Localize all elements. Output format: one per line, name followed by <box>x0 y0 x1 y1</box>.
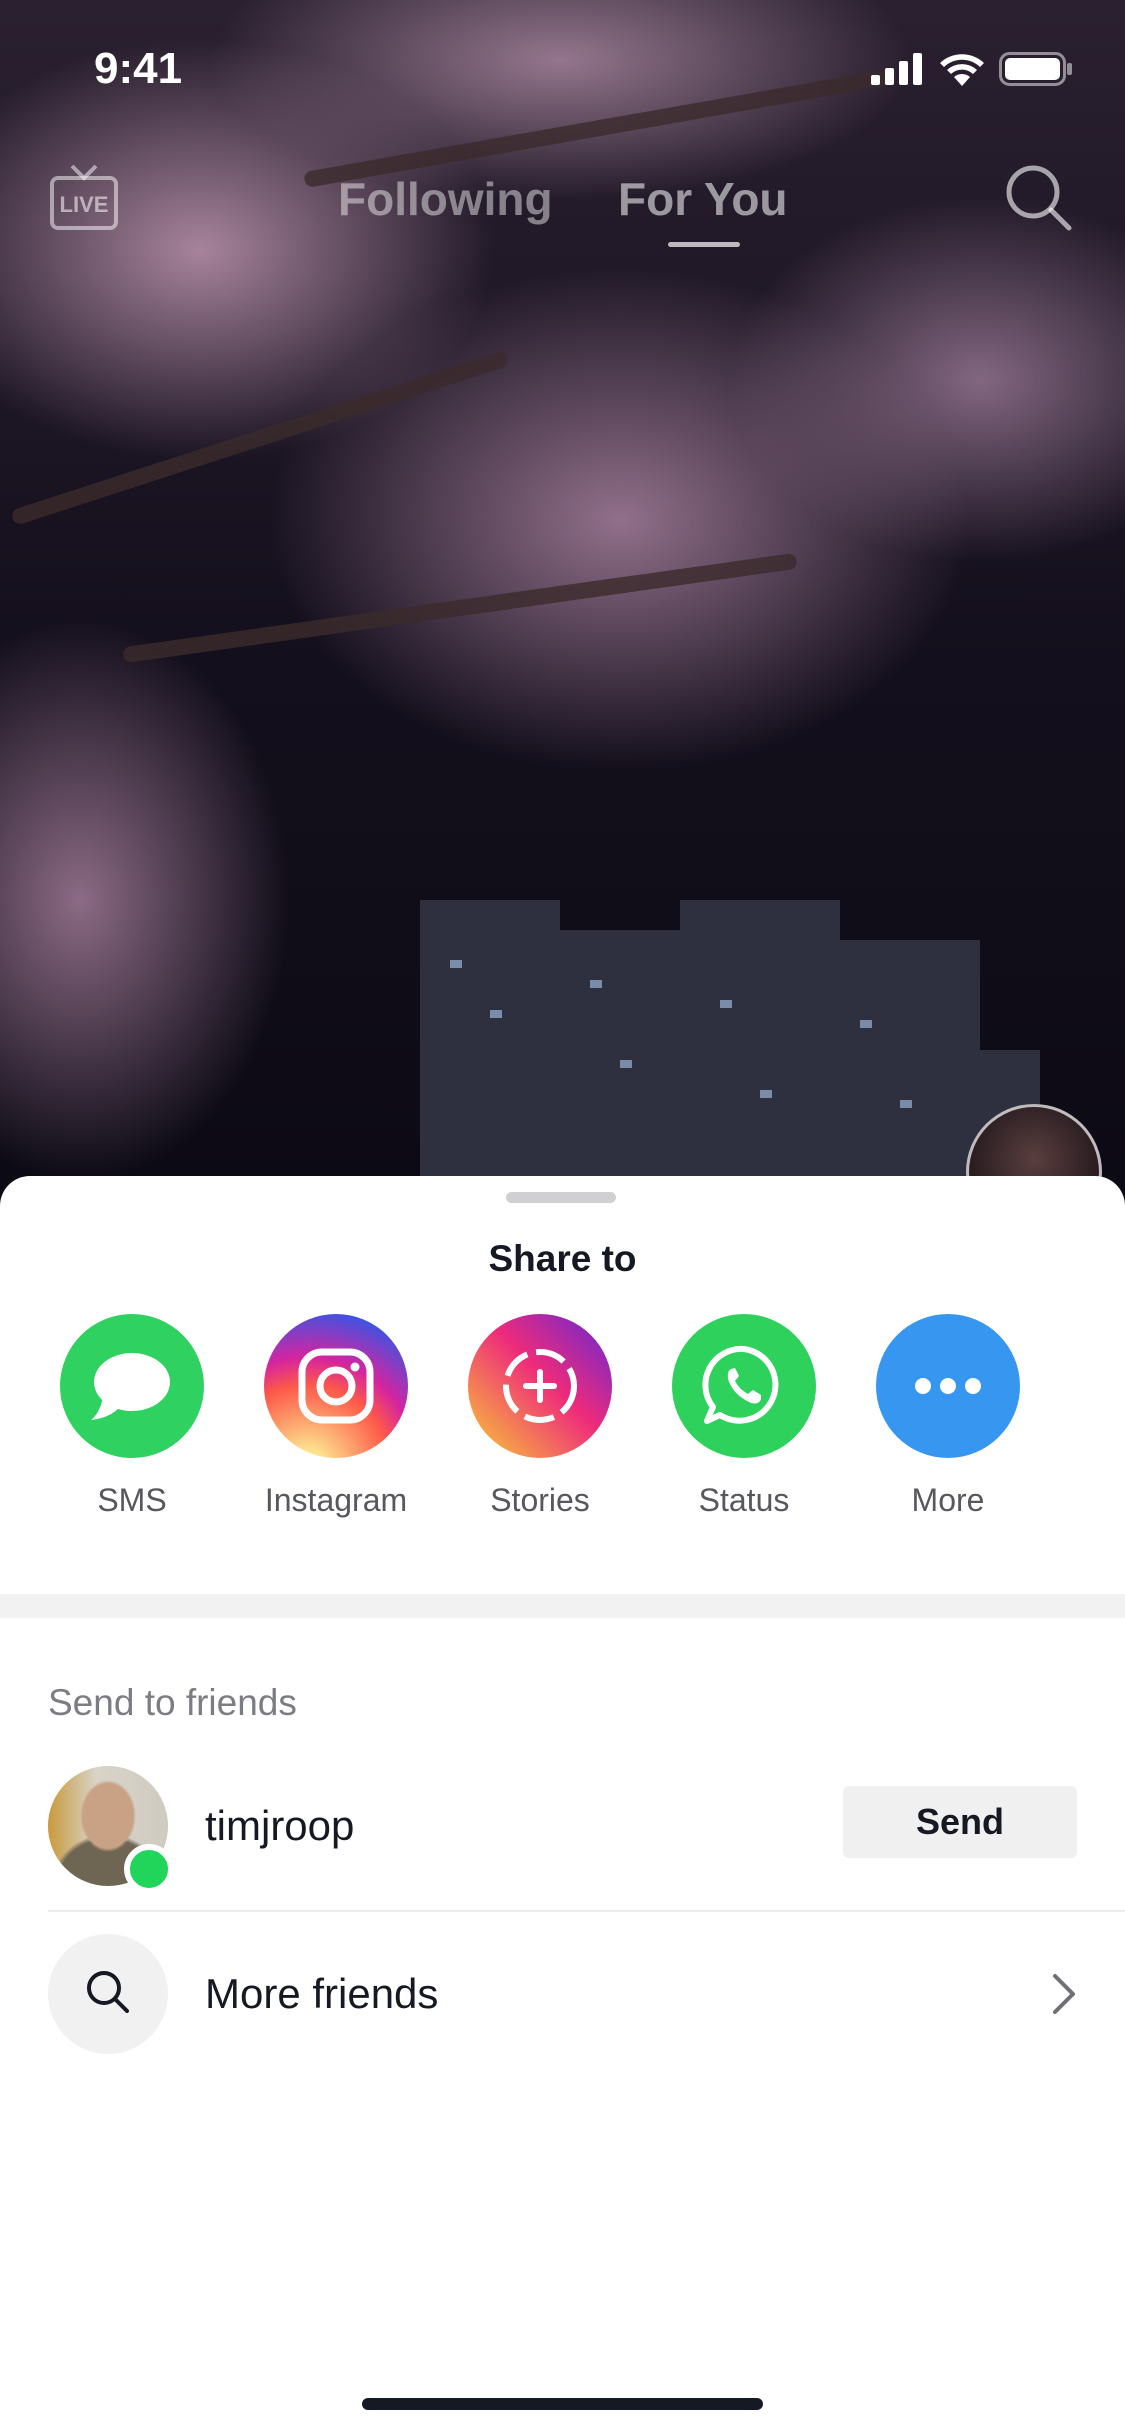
tab-following[interactable]: Following <box>338 172 553 226</box>
row-divider <box>48 1910 1125 1912</box>
branch <box>10 350 510 526</box>
building <box>840 940 980 1180</box>
message-bubble-icon <box>60 1314 204 1458</box>
section-divider <box>0 1594 1125 1618</box>
window-light <box>900 1100 912 1108</box>
more-dots-icon <box>876 1314 1020 1458</box>
status-time: 9:41 <box>94 44 183 93</box>
more-friends-label: More friends <box>205 1970 439 2017</box>
window-light <box>860 1020 872 1028</box>
top-navigation: LIVE Following For You <box>0 150 1125 250</box>
instagram-stories-icon <box>468 1314 612 1458</box>
share-targets: SMS Instagram Stories Status More <box>0 1314 1125 1524</box>
home-indicator[interactable] <box>362 2398 763 2410</box>
status-bar: 9:41 <box>0 0 1125 140</box>
cellular-signal-icon <box>871 53 925 90</box>
window-light <box>760 1090 772 1098</box>
share-target-label: Instagram <box>264 1482 408 1518</box>
tab-for-you[interactable]: For You <box>618 172 788 226</box>
active-tab-indicator <box>668 242 740 247</box>
sheet-grabber[interactable] <box>506 1192 616 1203</box>
whatsapp-icon <box>672 1314 816 1458</box>
window-light <box>450 960 462 968</box>
instagram-icon <box>264 1314 408 1458</box>
share-target-sms[interactable]: SMS <box>30 1314 234 1519</box>
search-icon <box>83 1967 133 2022</box>
window-light <box>590 980 602 988</box>
building <box>420 900 560 1180</box>
share-target-label: Stories <box>490 1482 590 1518</box>
search-friends-icon-circle <box>48 1934 168 2054</box>
send-button[interactable]: Send <box>843 1786 1077 1858</box>
online-status-dot <box>124 1844 174 1894</box>
friend-username: timjroop <box>205 1802 355 1849</box>
share-target-status[interactable]: Status <box>642 1314 846 1519</box>
share-target-instagram[interactable]: Instagram <box>234 1314 438 1519</box>
window-light <box>620 1060 632 1068</box>
share-target-label: Status <box>698 1482 790 1518</box>
building <box>680 900 840 1180</box>
window-light <box>490 1010 502 1018</box>
live-icon[interactable]: LIVE <box>48 162 120 239</box>
sheet-title: Share to <box>488 1238 637 1279</box>
wifi-icon <box>939 52 985 91</box>
friend-row[interactable]: timjroop Send <box>0 1766 1125 1894</box>
search-icon[interactable] <box>1003 162 1073 237</box>
battery-icon <box>999 52 1073 91</box>
status-icons <box>871 52 1073 91</box>
building <box>560 930 680 1180</box>
more-friends-row[interactable]: More friends <box>0 1934 1125 2058</box>
share-target-label: SMS <box>97 1482 167 1518</box>
share-sheet: Share to SMS Instagram Stories Status Mo… <box>0 1176 1125 2436</box>
share-target-label: More <box>911 1482 985 1518</box>
live-icon-label: LIVE <box>60 192 109 217</box>
chevron-right-icon <box>1051 1972 1077 2021</box>
share-target-more[interactable]: More <box>846 1314 1050 1519</box>
share-target-stories[interactable]: Stories <box>438 1314 642 1519</box>
send-to-friends-title: Send to friends <box>48 1682 297 1723</box>
window-light <box>720 1000 732 1008</box>
branch <box>122 552 798 664</box>
